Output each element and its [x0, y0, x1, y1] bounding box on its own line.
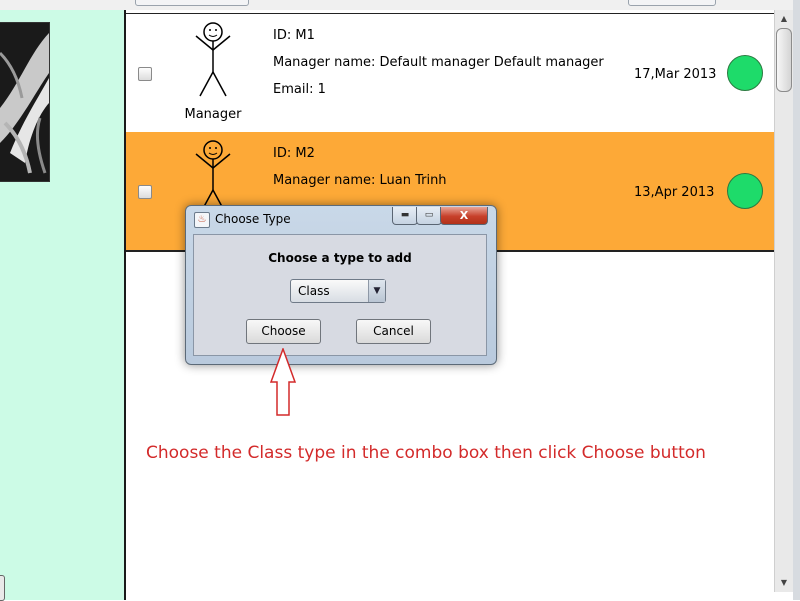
choose-button[interactable]: Choose — [246, 319, 321, 344]
list-scrollbar[interactable]: ▲ ▼ — [774, 10, 793, 592]
scrollbar-thumb[interactable] — [776, 28, 792, 92]
left-panel-button-partial[interactable] — [0, 575, 5, 601]
manager-id: ID: M1 — [273, 28, 315, 43]
chevron-down-icon[interactable]: ▼ — [368, 280, 385, 302]
dialog-title: Choose Type — [215, 212, 291, 226]
row-checkbox[interactable] — [138, 185, 152, 199]
manager-name: Manager name: Luan Trinh — [273, 173, 447, 188]
cancel-button[interactable]: Cancel — [356, 319, 431, 344]
close-button[interactable]: X — [440, 207, 488, 225]
avatar — [0, 22, 50, 182]
maximize-button[interactable]: ▭ — [416, 207, 442, 225]
left-panel — [0, 10, 125, 601]
top-control-partial[interactable] — [628, 0, 716, 6]
type-combo-value: Class — [298, 284, 330, 298]
dialog-prompt: Choose a type to add — [268, 251, 412, 265]
manager-id: ID: M2 — [273, 146, 315, 161]
java-cup-icon: ♨ — [194, 212, 210, 228]
instruction-text: Choose the Class type in the combo box t… — [146, 443, 706, 463]
row-checkbox[interactable] — [138, 67, 152, 81]
manager-date: 17,Mar 2013 — [634, 67, 717, 82]
minimize-button[interactable]: ▬ — [392, 207, 418, 225]
window-edge — [793, 0, 800, 600]
manager-date: 13,Apr 2013 — [634, 185, 715, 200]
scroll-up-arrow-icon[interactable]: ▲ — [775, 12, 793, 26]
dialog-body: Choose a type to add Class ▼ Choose Canc… — [193, 234, 487, 356]
scroll-down-arrow-icon[interactable]: ▼ — [775, 576, 793, 590]
status-indicator — [727, 55, 763, 91]
status-indicator — [727, 173, 763, 209]
list-item[interactable]: Manager ID: M1 Manager name: Default man… — [126, 13, 774, 133]
role-label: Manager — [184, 107, 242, 122]
top-toolbar-strip — [0, 0, 800, 10]
stick-figure-icon — [195, 22, 231, 97]
up-arrow-annotation-icon — [270, 348, 296, 416]
choose-type-dialog: ♨ Choose Type ▬ ▭ X Choose a type to add… — [185, 205, 497, 365]
manager-name: Manager name: Default manager Default ma… — [273, 55, 604, 70]
top-control-partial[interactable] — [135, 0, 249, 6]
manager-email: Email: 1 — [273, 82, 326, 97]
type-combo-box[interactable]: Class ▼ — [290, 279, 386, 303]
dialog-titlebar[interactable]: ♨ Choose Type ▬ ▭ X — [186, 206, 496, 232]
